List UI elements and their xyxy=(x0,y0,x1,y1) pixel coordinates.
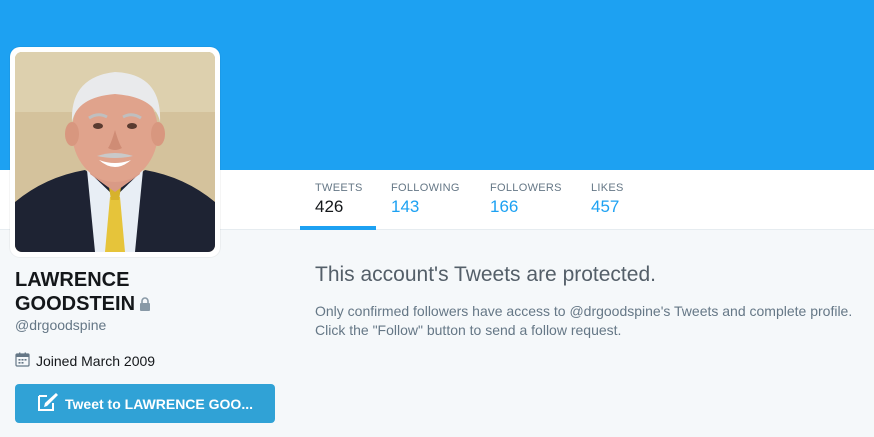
protected-message-line2: Click the "Follow" button to send a foll… xyxy=(315,322,622,338)
followers-stat-label: FOLLOWERS xyxy=(490,182,562,194)
following-stat-label: FOLLOWING xyxy=(391,182,460,194)
joined-date-text: Joined March 2009 xyxy=(36,353,156,369)
followers-stat-value: 166 xyxy=(490,197,519,216)
protected-message: Only confirmed followers have access to … xyxy=(315,302,870,340)
following-stat-value: 143 xyxy=(391,197,420,216)
likes-stat-label: LIKES xyxy=(591,182,624,194)
avatar-photo xyxy=(15,52,215,252)
profile-name-line2: GOODSTEIN xyxy=(15,293,136,315)
tweet-to-button-label: Tweet to LAWRENCE GOO... xyxy=(65,395,253,412)
lock-icon xyxy=(139,293,151,317)
compose-icon xyxy=(37,392,59,415)
profile-name[interactable]: LAWRENCE GOODSTEIN xyxy=(15,268,275,317)
profile-name-line2-wrap: GOODSTEIN xyxy=(15,292,275,317)
profile-name-line1: LAWRENCE xyxy=(15,269,130,291)
tweet-to-button[interactable]: Tweet to LAWRENCE GOO... xyxy=(15,384,275,423)
likes-stat-value: 457 xyxy=(591,197,620,216)
tweets-stat-value: 426 xyxy=(315,197,344,216)
calendar-icon xyxy=(15,352,30,370)
avatar-frame[interactable] xyxy=(10,47,220,257)
avatar[interactable] xyxy=(15,52,215,252)
likes-stat[interactable]: LIKES 457 xyxy=(576,170,636,229)
tweets-stat[interactable]: TWEETS 426 xyxy=(300,170,376,230)
joined-date: Joined March 2009 xyxy=(15,352,155,370)
followers-stat[interactable]: FOLLOWERS 166 xyxy=(475,170,576,229)
protected-message-line1: Only confirmed followers have access to … xyxy=(315,303,853,319)
protected-title: This account's Tweets are protected. xyxy=(315,263,656,286)
following-stat[interactable]: FOLLOWING 143 xyxy=(376,170,475,229)
tweets-stat-label: TWEETS xyxy=(315,182,363,194)
profile-handle[interactable]: @drgoodspine xyxy=(15,317,106,333)
